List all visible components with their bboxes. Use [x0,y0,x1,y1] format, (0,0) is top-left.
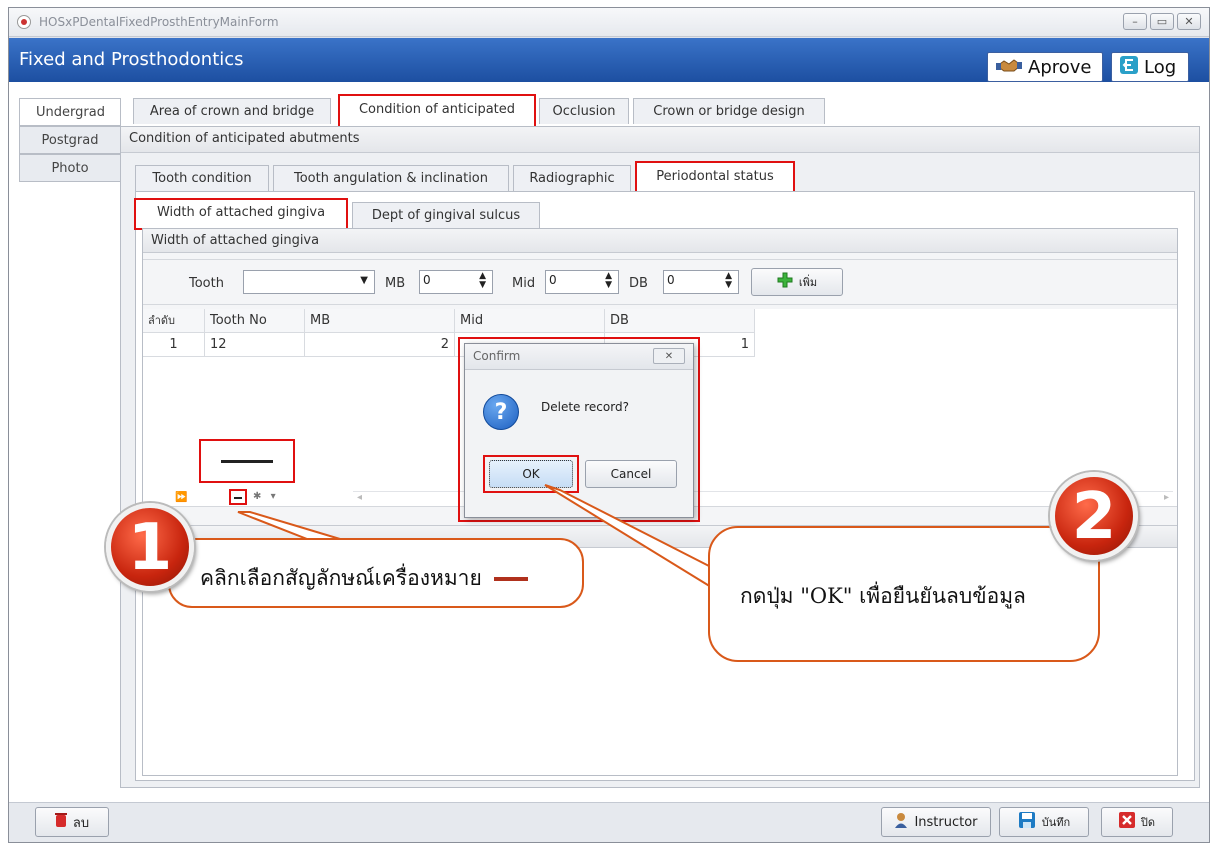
minimize-button[interactable]: – [1123,13,1147,30]
cell-mb: 2 [305,333,455,357]
instructor-button[interactable]: Instructor [881,807,991,837]
scroll-left-icon[interactable]: ◂ [357,492,362,503]
minus-icon [221,460,273,463]
plus-icon [777,272,793,292]
step-1-badge: 1 [106,503,194,591]
tab-radiographic[interactable]: Radiographic [513,165,631,191]
footer-bar: ลบ Instructor บันทึก ปิด [9,802,1209,842]
dialog-close-button[interactable]: ✕ [653,348,685,364]
close-button[interactable]: ปิด [1101,807,1173,837]
save-button[interactable]: บันทึก [999,807,1089,837]
maximize-button[interactable]: ▭ [1150,13,1174,30]
title-bar: HOSxPDentalFixedProsthEntryMainForm – ▭ … [9,8,1209,37]
tab-crown-or-bridge-design[interactable]: Crown or bridge design [633,98,825,124]
dialog-message: Delete record? [541,400,629,414]
question-icon: ? [483,394,519,430]
db-label: DB [629,276,648,291]
callout-step-2-text: กดปุ่ม "OK" เพื่อยืนยันลบข้อมูล [740,584,1026,608]
col-header-seq[interactable]: ลำดับ [143,309,205,333]
cancel-button[interactable]: Cancel [585,460,677,488]
confirm-dialog: Confirm ✕ ? Delete record? OK Cancel [464,343,694,518]
tab-width-of-attached-gingiva[interactable]: Width of attached gingiva [134,198,348,230]
tab-periodontal-status[interactable]: Periodontal status [635,161,795,195]
callout-step-1-text: คลิกเลือกสัญลักษณ์เครื่องหมาย [200,566,482,590]
tab-tooth-angulation[interactable]: Tooth angulation & inclination [273,165,509,191]
add-button[interactable]: เพิ่ม [751,268,843,296]
handshake-icon [996,57,1022,78]
entry-row: Tooth ▼ MB 0 ▲ ▼ Mid 0 ▲ ▼ DB 0 ▲ ▼ เพิ่… [143,259,1177,305]
approve-label: Aprove [1028,56,1092,78]
app-icon [17,15,31,29]
mb-value: 0 [423,273,431,287]
delete-record-nav-button[interactable] [229,489,247,505]
callout-step-1: คลิกเลือกสัญลักษณ์เครื่องหมาย [168,538,584,608]
spinner-icon[interactable]: ▲ ▼ [605,272,612,290]
log-button[interactable]: Log [1111,52,1189,82]
spinner-icon[interactable]: ▲ ▼ [479,272,486,290]
tab-condition-of-anticipated[interactable]: Condition of anticipated [338,94,536,128]
dialog-title: Confirm [473,349,521,363]
mb-label: MB [385,276,406,291]
cell-seq: 1 [143,333,205,357]
trash-icon [54,812,67,832]
callout-step-2: กดปุ่ม "OK" เพื่อยืนยันลบข้อมูล [708,526,1100,662]
group-title: Width of attached gingiva [143,229,1177,253]
page-title: Fixed and Prosthodontics [19,49,244,70]
close-label: ปิด [1140,816,1156,829]
delete-label: ลบ [72,815,90,831]
instructor-label: Instructor [914,814,978,830]
dialog-titlebar: Confirm ✕ [465,344,693,370]
last-record-icon[interactable]: ⏩ [175,492,191,503]
user-icon [894,812,908,832]
minus-icon [234,497,242,499]
window-title: HOSxPDentalFixedProsthEntryMainForm [39,15,279,29]
tab-area-of-crown[interactable]: Area of crown and bridge [133,98,331,124]
close-icon [1118,812,1135,832]
filter-icon[interactable]: ▾ [271,491,276,502]
approve-button[interactable]: Aprove [987,52,1103,82]
db-stepper[interactable]: 0 ▲ ▼ [663,270,739,294]
mid-value: 0 [549,273,557,287]
spinner-icon[interactable]: ▲ ▼ [725,272,732,290]
tab-tooth-condition[interactable]: Tooth condition [135,165,269,191]
minus-icon [494,577,528,581]
tab-occlusion[interactable]: Occlusion [539,98,629,124]
side-tab-photo[interactable]: Photo [19,154,121,182]
chevron-down-icon: ▼ [360,275,368,286]
log-arrow-icon [1120,55,1138,79]
tab-dept-of-gingival-sulcus[interactable]: Dept of gingival sulcus [352,202,540,228]
save-label: บันทึก [1041,816,1071,829]
close-window-button[interactable]: ✕ [1177,13,1201,30]
side-tab-undergrad[interactable]: Undergrad [19,98,121,126]
navigator-bar: ⏩ [175,492,191,503]
log-label: Log [1144,56,1177,78]
mb-stepper[interactable]: 0 ▲ ▼ [419,270,493,294]
db-value: 0 [667,273,675,287]
mid-stepper[interactable]: 0 ▲ ▼ [545,270,619,294]
col-header-mb[interactable]: MB [305,309,455,333]
delete-button[interactable]: ลบ [35,807,109,837]
add-label: เพิ่ม [798,276,818,289]
tooth-dropdown[interactable]: ▼ [243,270,375,294]
section-title: Condition of anticipated abutments [121,127,1199,153]
mid-label: Mid [512,276,536,291]
scroll-right-icon[interactable]: ▸ [1164,492,1169,503]
app-header: Fixed and Prosthodontics Aprove Log [9,38,1209,82]
col-header-db[interactable]: DB [605,309,755,333]
side-tab-postgrad[interactable]: Postgrad [19,126,121,154]
ok-button[interactable]: OK [489,460,573,488]
save-icon [1018,811,1036,833]
col-header-tooth-no[interactable]: Tooth No [205,309,305,333]
tooth-label: Tooth [189,276,224,291]
asterisk-icon[interactable]: ✱ [253,491,261,502]
col-header-mid[interactable]: Mid [455,309,605,333]
step-2-badge: 2 [1050,472,1138,560]
cell-tooth-no: 12 [205,333,305,357]
navigator-extra: ✱ ▾ [253,491,276,502]
minus-symbol-highlight [199,439,295,483]
